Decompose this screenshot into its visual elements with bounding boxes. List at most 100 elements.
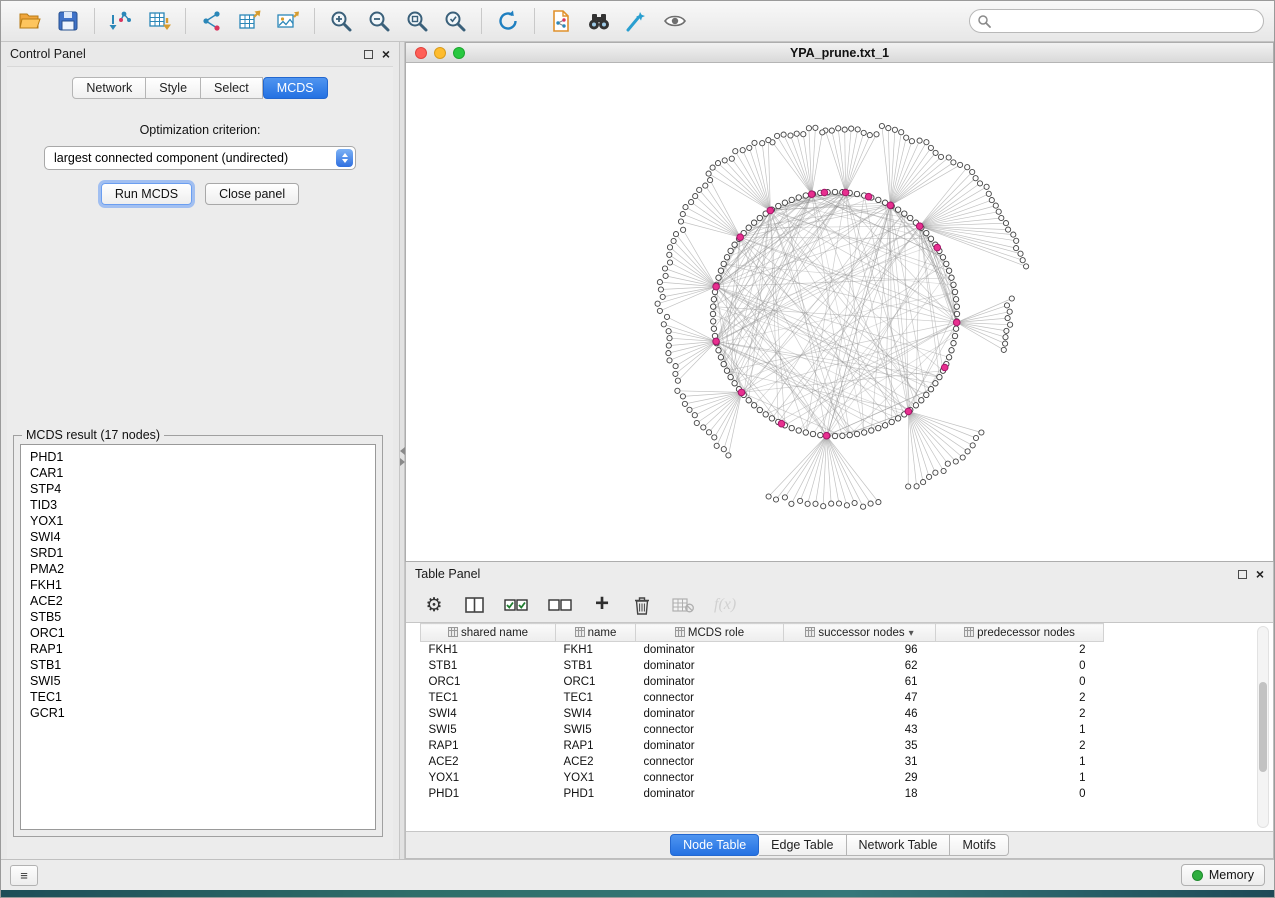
table-scrollbar-thumb[interactable]: [1259, 682, 1267, 772]
mcds-result-item[interactable]: CAR1: [30, 465, 366, 481]
splitter-collapse-icon[interactable]: [400, 447, 404, 466]
select-all-button[interactable]: [504, 598, 528, 612]
mcds-result-list: PHD1CAR1STP4TID3YOX1SWI4SRD1PMA2FKH1ACE2…: [20, 444, 376, 830]
tab-motifs[interactable]: Motifs: [950, 834, 1008, 856]
table-row[interactable]: TEC1TEC1connector472: [421, 690, 1104, 706]
search-input[interactable]: [969, 9, 1264, 33]
close-panel-button[interactable]: Close panel: [205, 183, 299, 205]
close-panel-icon[interactable]: ×: [1256, 567, 1264, 581]
table-cell: 1: [936, 722, 1104, 738]
table-cell: RAP1: [421, 738, 556, 754]
export-network-button[interactable]: [193, 4, 231, 38]
show-hide-button[interactable]: [656, 4, 694, 38]
window-close-icon[interactable]: [415, 47, 427, 59]
tab-select[interactable]: Select: [201, 77, 263, 99]
table-row[interactable]: SWI4SWI4dominator462: [421, 706, 1104, 722]
mcds-result-item[interactable]: STB5: [30, 609, 366, 625]
toolbar-separator: [481, 8, 482, 34]
table-cell: ORC1: [556, 674, 636, 690]
import-network-button[interactable]: [102, 4, 140, 38]
mcds-result-item[interactable]: ORC1: [30, 625, 366, 641]
zoom-out-button[interactable]: [360, 4, 398, 38]
export-image-icon: [276, 9, 300, 33]
table-row[interactable]: PHD1PHD1dominator180: [421, 786, 1104, 802]
memory-button[interactable]: Memory: [1181, 864, 1265, 886]
network-window-titlebar[interactable]: YPA_prune.txt_1: [406, 43, 1273, 63]
control-panel-title: Control Panel: [10, 47, 86, 61]
deselect-all-button[interactable]: [548, 598, 572, 612]
table-row[interactable]: YOX1YOX1connector291: [421, 770, 1104, 786]
mcds-result-item[interactable]: PHD1: [30, 449, 366, 465]
menu-icon: ≡: [20, 868, 28, 883]
mcds-result-item[interactable]: FKH1: [30, 577, 366, 593]
style-wand-button[interactable]: [618, 4, 656, 38]
find-button[interactable]: [580, 4, 618, 38]
columns-icon: [465, 597, 484, 613]
export-web-button[interactable]: [542, 4, 580, 38]
tab-mcds[interactable]: MCDS: [263, 77, 328, 99]
table-cell: 96: [784, 642, 936, 658]
column-header-shared-name[interactable]: shared name: [421, 624, 556, 642]
table-settings-button[interactable]: ⚙: [424, 594, 444, 616]
mcds-result-item[interactable]: PMA2: [30, 561, 366, 577]
mcds-result-item[interactable]: TEC1: [30, 689, 366, 705]
binoculars-icon: [586, 9, 612, 33]
column-layout-button[interactable]: [464, 597, 484, 613]
table-row[interactable]: STB1STB1dominator620: [421, 658, 1104, 674]
mcds-result-item[interactable]: RAP1: [30, 641, 366, 657]
mcds-result-item[interactable]: TID3: [30, 497, 366, 513]
mcds-result-item[interactable]: SWI5: [30, 673, 366, 689]
add-column-button[interactable]: +: [592, 595, 612, 616]
task-history-button[interactable]: ≡: [10, 865, 38, 886]
mcds-result-item[interactable]: SWI4: [30, 529, 366, 545]
control-panel-tabs: NetworkStyleSelectMCDS: [7, 77, 393, 99]
tab-node-table[interactable]: Node Table: [670, 834, 759, 856]
toolbar-separator: [185, 8, 186, 34]
refresh-view-button[interactable]: [489, 4, 527, 38]
mcds-result-item[interactable]: SRD1: [30, 545, 366, 561]
table-row[interactable]: SWI5SWI5connector431: [421, 722, 1104, 738]
toolbar-separator: [314, 8, 315, 34]
column-header-name[interactable]: name: [556, 624, 636, 642]
table-row[interactable]: ORC1ORC1dominator610: [421, 674, 1104, 690]
tab-network[interactable]: Network: [72, 77, 146, 99]
optimization-criterion-select[interactable]: largest connected component (undirected): [44, 146, 356, 170]
mcds-result-item[interactable]: STB1: [30, 657, 366, 673]
clear-table-button: [672, 597, 694, 613]
table-scrollbar[interactable]: [1257, 626, 1269, 828]
window-minimize-icon[interactable]: [434, 47, 446, 59]
window-maximize-icon[interactable]: [453, 47, 465, 59]
run-mcds-button[interactable]: Run MCDS: [101, 183, 192, 205]
zoom-in-button[interactable]: [322, 4, 360, 38]
zoom-selected-button[interactable]: [436, 4, 474, 38]
float-panel-icon[interactable]: [364, 50, 373, 59]
open-session-button[interactable]: [11, 4, 49, 38]
float-panel-icon[interactable]: [1238, 570, 1247, 579]
column-header-predecessor-nodes[interactable]: predecessor nodes: [936, 624, 1104, 642]
network-canvas[interactable]: [406, 63, 1273, 561]
tab-style[interactable]: Style: [146, 77, 201, 99]
table-cell: 1: [936, 770, 1104, 786]
network-graph[interactable]: [406, 63, 1275, 561]
mcds-result-item[interactable]: ACE2: [30, 593, 366, 609]
tab-edge-table[interactable]: Edge Table: [759, 834, 846, 856]
delete-column-button[interactable]: [632, 596, 652, 615]
export-table-button[interactable]: [231, 4, 269, 38]
save-session-button[interactable]: [49, 4, 87, 38]
export-image-button[interactable]: [269, 4, 307, 38]
table-cell: FKH1: [556, 642, 636, 658]
close-panel-icon[interactable]: ×: [382, 47, 390, 61]
import-table-button[interactable]: [140, 4, 178, 38]
dropdown-stepper-icon: [336, 149, 353, 167]
tab-network-table[interactable]: Network Table: [847, 834, 951, 856]
mcds-result-item[interactable]: YOX1: [30, 513, 366, 529]
sort-indicator-icon[interactable]: ▾: [909, 628, 914, 639]
table-row[interactable]: FKH1FKH1dominator962: [421, 642, 1104, 658]
column-header-mcds-role[interactable]: MCDS role: [636, 624, 784, 642]
table-row[interactable]: RAP1RAP1dominator352: [421, 738, 1104, 754]
mcds-result-item[interactable]: GCR1: [30, 705, 366, 721]
table-row[interactable]: ACE2ACE2connector311: [421, 754, 1104, 770]
mcds-result-item[interactable]: STP4: [30, 481, 366, 497]
zoom-fit-button[interactable]: [398, 4, 436, 38]
column-header-successor-nodes[interactable]: successor nodes▾: [784, 624, 936, 642]
